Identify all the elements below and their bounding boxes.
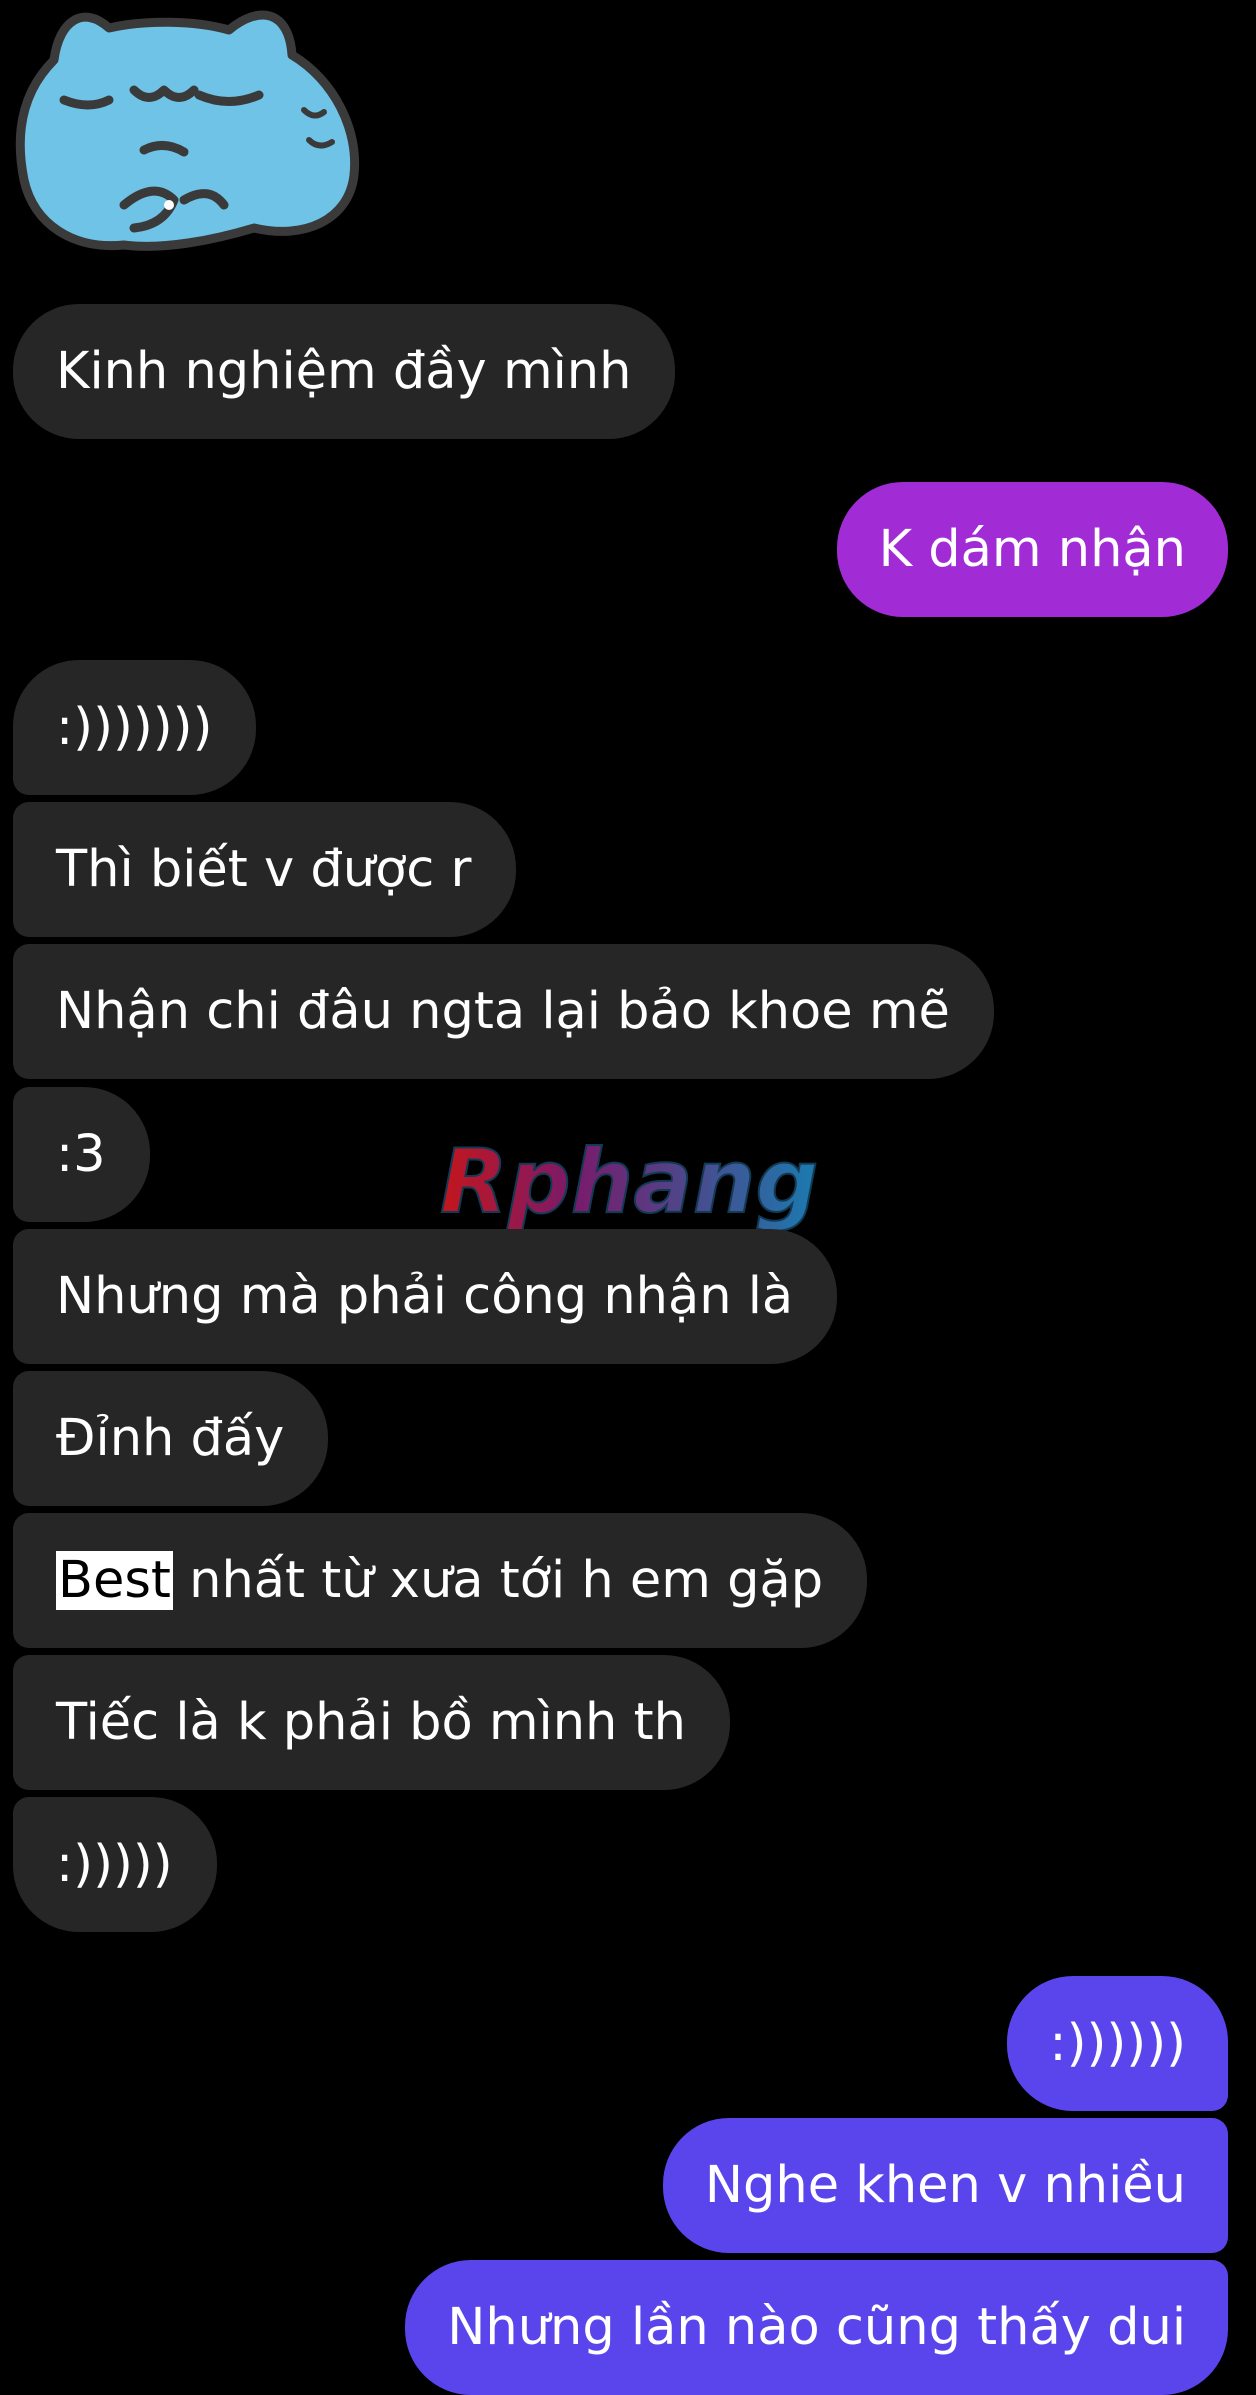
highlighted-word: Best: [56, 1551, 173, 1610]
incoming-message[interactable]: Đỉnh đấy: [13, 1371, 329, 1506]
message-text: Nhưng lần nào cũng thấy dui: [447, 2298, 1186, 2357]
incoming-message[interactable]: :3: [13, 1087, 150, 1222]
rphang-watermark-logo: Rphang: [439, 1129, 820, 1240]
sleeping-cat-sticker: [14, 0, 362, 262]
incoming-message[interactable]: Thì biết v được r: [13, 802, 516, 937]
incoming-message[interactable]: Kinh nghiệm đầy mình: [13, 304, 676, 439]
message-text: Đỉnh đấy: [56, 1409, 285, 1468]
message-text: :3: [56, 1125, 106, 1184]
message-text: :)))))): [1049, 2014, 1186, 2073]
message-text: Nhưng mà phải công nhận là: [56, 1267, 794, 1326]
message-text: K dám nhận: [878, 520, 1186, 579]
message-text: :))))): [56, 1835, 173, 1894]
incoming-message[interactable]: :))))): [13, 1797, 217, 1932]
outgoing-message[interactable]: Nghe khen v nhiều: [662, 2118, 1228, 2253]
outgoing-message[interactable]: Nhưng lần nào cũng thấy dui: [405, 2260, 1228, 2395]
svg-text:Rphang: Rphang: [440, 1140, 818, 1233]
message-text: Tiếc là k phải bồ mình th: [56, 1693, 686, 1752]
message-text: Best nhất từ xưa tới h em gặp: [56, 1551, 823, 1610]
incoming-message[interactable]: Nhưng mà phải công nhận là: [13, 1229, 838, 1364]
outgoing-message[interactable]: :)))))): [1007, 1976, 1228, 2111]
incoming-message[interactable]: Best nhất từ xưa tới h em gặp: [13, 1513, 868, 1648]
incoming-message[interactable]: Tiếc là k phải bồ mình th: [13, 1655, 730, 1790]
message-text-rest: nhất từ xưa tới h em gặp: [172, 1551, 824, 1610]
outgoing-message[interactable]: K dám nhận: [836, 482, 1228, 617]
cat-sticker-icon: [15, 10, 360, 251]
message-text: Nghe khen v nhiều: [704, 2156, 1186, 2215]
message-text: Nhận chi đâu ngta lại bảo khoe mẽ: [56, 982, 950, 1041]
message-text: Kinh nghiệm đầy mình: [56, 342, 632, 401]
message-text: :))))))): [56, 698, 213, 757]
incoming-message[interactable]: Nhận chi đâu ngta lại bảo khoe mẽ: [13, 944, 994, 1079]
incoming-message[interactable]: :))))))): [13, 660, 257, 795]
message-text: Thì biết v được r: [56, 840, 472, 899]
